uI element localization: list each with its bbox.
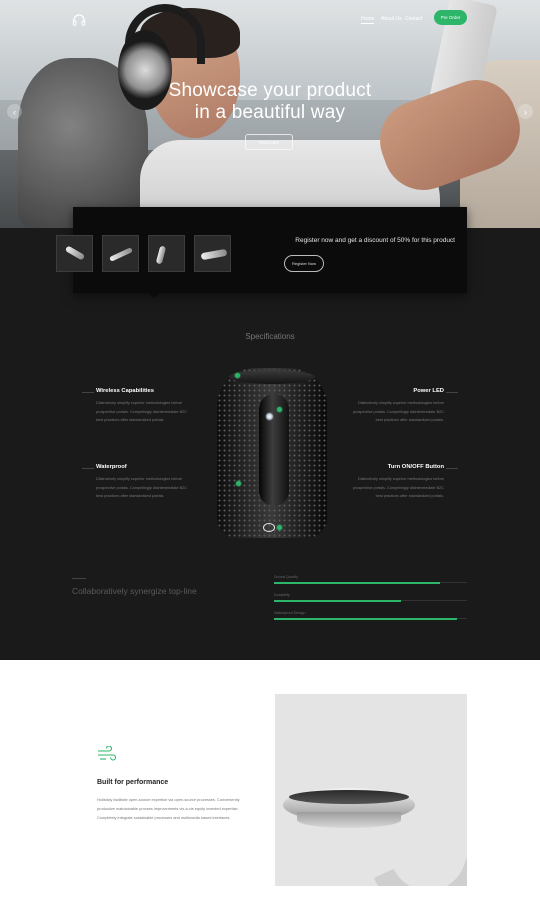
spec-title: Wireless Capabilities	[96, 388, 154, 394]
rating-bar-sound: Sound Quality	[274, 575, 467, 584]
spec-text: Distinctively simplify superior methodol…	[96, 477, 187, 499]
rating-fill	[274, 581, 440, 584]
headphones-icon[interactable]	[72, 13, 86, 27]
wind-icon	[98, 746, 117, 761]
product-thumbnail-3[interactable]	[148, 235, 185, 272]
spec-divider	[446, 468, 458, 469]
spec-divider	[82, 392, 94, 393]
rating-fill	[274, 617, 458, 620]
hotspot-wireless[interactable]	[235, 373, 240, 378]
nav-contact-link[interactable]: Contact	[405, 16, 422, 22]
rating-track	[274, 617, 467, 620]
rating-track	[274, 581, 467, 584]
chevron-left-icon: ‹	[13, 106, 16, 117]
hero-title: Showcase your product in a beautiful way	[155, 80, 385, 124]
watch-product-image	[275, 694, 467, 886]
hotspot-power-button[interactable]	[277, 525, 282, 530]
specifications-heading: Specifications	[245, 332, 295, 341]
spec-text: Distinctively simplify superior methodol…	[353, 401, 444, 423]
chevron-right-icon: ›	[524, 106, 527, 117]
nav-home-link[interactable]: Home	[361, 16, 375, 24]
hotspot-power-led[interactable]	[277, 407, 282, 412]
promo-band-notch	[149, 289, 159, 299]
rating-label: Sound Quality	[274, 575, 298, 579]
speaker-led-light	[265, 412, 274, 421]
performance-title: Built for performance	[97, 779, 169, 786]
nav-about-link[interactable]: About Us	[381, 16, 402, 22]
performance-text: Holisticly facilitate open-source expert…	[97, 797, 240, 820]
spec-text: Distinctively simplify superior methodol…	[96, 401, 187, 423]
speaker-power-ring	[263, 523, 275, 532]
spec-power-button: Turn ON/OFF Button Distinctively simplif…	[352, 463, 444, 501]
promo-band: Register now and get a discount of 50% f…	[56, 207, 467, 299]
register-now-button[interactable]: Register Now	[284, 255, 324, 272]
pre-order-button[interactable]: Pre Order	[434, 10, 467, 25]
spec-text: Distinctively simplify superior methodol…	[353, 477, 444, 499]
spec-divider	[82, 468, 94, 469]
rating-label: Waterproof Design	[274, 611, 306, 615]
rating-bar-waterproof: Waterproof Design	[274, 611, 467, 620]
product-thumbnail-1[interactable]	[56, 235, 93, 272]
spec-title: Turn ON/OFF Button	[387, 464, 444, 470]
rating-fill	[274, 599, 402, 602]
spec-wireless: Wireless Capabilities Distinctively simp…	[96, 387, 188, 425]
product-thumbnail-4[interactable]	[194, 235, 231, 272]
rating-label: Durability	[274, 593, 290, 597]
speaker-top	[229, 370, 315, 384]
product-thumbnail-2[interactable]	[102, 235, 139, 272]
rating-track	[274, 599, 467, 602]
watch-base	[297, 812, 401, 828]
collab-divider	[72, 578, 86, 579]
hotspot-waterproof[interactable]	[236, 481, 241, 486]
slider-next-button[interactable]: ›	[518, 104, 533, 119]
spec-waterproof: Waterproof Distinctively simplify superi…	[96, 463, 188, 501]
hero-title-line-2: in a beautiful way	[194, 102, 346, 123]
collab-heading: Collaboratively synergize top-line	[72, 586, 197, 596]
speaker-product-image	[217, 368, 327, 538]
spec-title: Waterproof	[96, 464, 127, 470]
promo-text: Register now and get a discount of 50% f…	[295, 237, 455, 244]
speaker-handle	[259, 394, 289, 506]
spec-title: Power LED	[413, 388, 444, 394]
spec-power-led: Power LED Distinctively simplify superio…	[352, 387, 444, 425]
rating-bar-durability: Durability	[274, 593, 467, 602]
hero-title-line-1: Showcase your product	[168, 80, 372, 101]
spec-divider	[446, 392, 458, 393]
watch-face	[289, 790, 409, 804]
find-more-button[interactable]: Find more	[245, 134, 293, 150]
slider-prev-button[interactable]: ‹	[7, 104, 22, 119]
